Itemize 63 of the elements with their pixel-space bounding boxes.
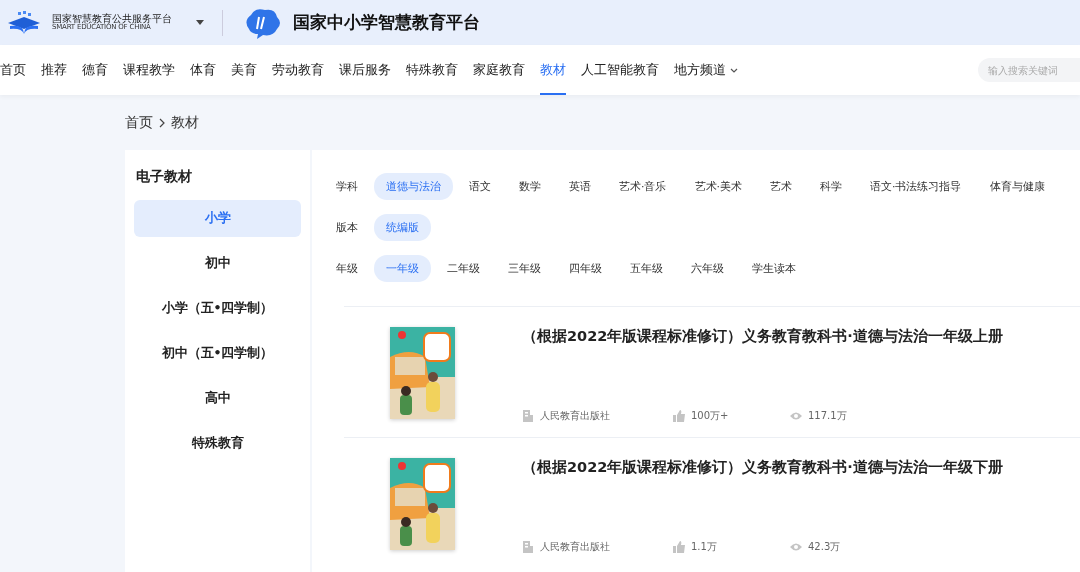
sidebar-item[interactable]: 初中 [134, 245, 301, 282]
filter-option[interactable]: 学生读本 [740, 255, 808, 282]
filter-option[interactable]: 五年级 [618, 255, 675, 282]
breadcrumb-link[interactable]: 首页 [125, 113, 153, 132]
filter-option[interactable]: 统编版 [374, 214, 431, 241]
chevron-right-icon [159, 117, 165, 128]
publisher-name: 人民教育出版社 [540, 409, 610, 423]
nav-tab[interactable]: 人工智能教育 [581, 45, 659, 95]
nav-tab[interactable]: 推荐 [41, 45, 67, 95]
nav-tab[interactable]: 课程教学 [123, 45, 175, 95]
nav-tab[interactable]: 教材 [540, 45, 566, 95]
eye-icon [790, 410, 802, 422]
thumbs-up-icon [673, 541, 685, 553]
nav-tab[interactable]: 首页 [0, 45, 26, 95]
publisher-name: 人民教育出版社 [540, 540, 610, 554]
search-field[interactable]: 输入搜索关键词 [978, 58, 1080, 82]
like-count: 100万+ [691, 409, 729, 423]
filter-option[interactable]: 二年级 [435, 255, 492, 282]
sidebar-item[interactable]: 小学 [134, 200, 301, 237]
platform-name: 国家中小学智慧教育平台 [293, 11, 480, 34]
nav-tab[interactable]: 特殊教育 [406, 45, 458, 95]
nav-tab[interactable]: 体育 [190, 45, 216, 95]
filter-option[interactable]: 数学 [507, 173, 553, 200]
sidebar-item[interactable]: 高中 [134, 380, 301, 417]
building-icon [522, 410, 534, 422]
eye-icon [790, 541, 802, 553]
filter-option[interactable]: 科学 [808, 173, 854, 200]
filter-option[interactable]: 艺术·音乐 [607, 173, 679, 200]
org-name: 国家智慧教育公共服务平台 [52, 13, 172, 25]
building-icon [522, 541, 534, 553]
caret-icon[interactable] [196, 20, 204, 25]
filter-option[interactable]: 英语 [557, 173, 603, 200]
nav-tab[interactable]: 地方频道 [674, 45, 738, 95]
thumbs-up-icon [673, 410, 685, 422]
view-count: 117.1万 [808, 409, 847, 423]
filter-option[interactable]: 一年级 [374, 255, 431, 282]
nav-tab[interactable]: 家庭教育 [473, 45, 525, 95]
nav-tab[interactable]: 劳动教育 [272, 45, 324, 95]
nav-tab[interactable]: 德育 [82, 45, 108, 95]
filter-option[interactable]: 体育与健康 [977, 173, 1057, 200]
filter-label: 版本 [336, 220, 359, 235]
filter-label: 年级 [336, 261, 359, 276]
cloud-logo-icon [243, 6, 283, 39]
sidebar-item[interactable]: 小学（五•四学制） [134, 290, 301, 327]
filter-option[interactable]: 艺术·美术 [682, 173, 754, 200]
filter-option[interactable]: 语文 [457, 173, 503, 200]
filter-option[interactable]: 艺术 [758, 173, 804, 200]
filter-option[interactable]: 道德与法治 [374, 173, 453, 200]
filter-label: 学科 [336, 179, 359, 194]
filter-option[interactable]: 六年级 [679, 255, 736, 282]
book-logo-icon [6, 10, 42, 35]
filter-option[interactable]: 语文·书法练习指导 [858, 173, 974, 200]
nav-tab[interactable]: 美育 [231, 45, 257, 95]
book-title[interactable]: （根据2022年版课程标准修订）义务教育教科书·道德与法治一年级上册 [522, 327, 1003, 346]
view-count: 42.3万 [808, 540, 841, 554]
filter-option[interactable]: 三年级 [496, 255, 553, 282]
sidebar-item[interactable]: 特殊教育 [134, 425, 301, 462]
like-count: 1.1万 [691, 540, 717, 554]
book-title[interactable]: （根据2022年版课程标准修订）义务教育教科书·道德与法治一年级下册 [522, 458, 1003, 477]
filter-option[interactable]: 四年级 [557, 255, 614, 282]
sidebar-title: 电子教材 [136, 168, 193, 186]
sidebar-item[interactable]: 初中（五•四学制） [134, 335, 301, 372]
nav-tab[interactable]: 课后服务 [339, 45, 391, 95]
